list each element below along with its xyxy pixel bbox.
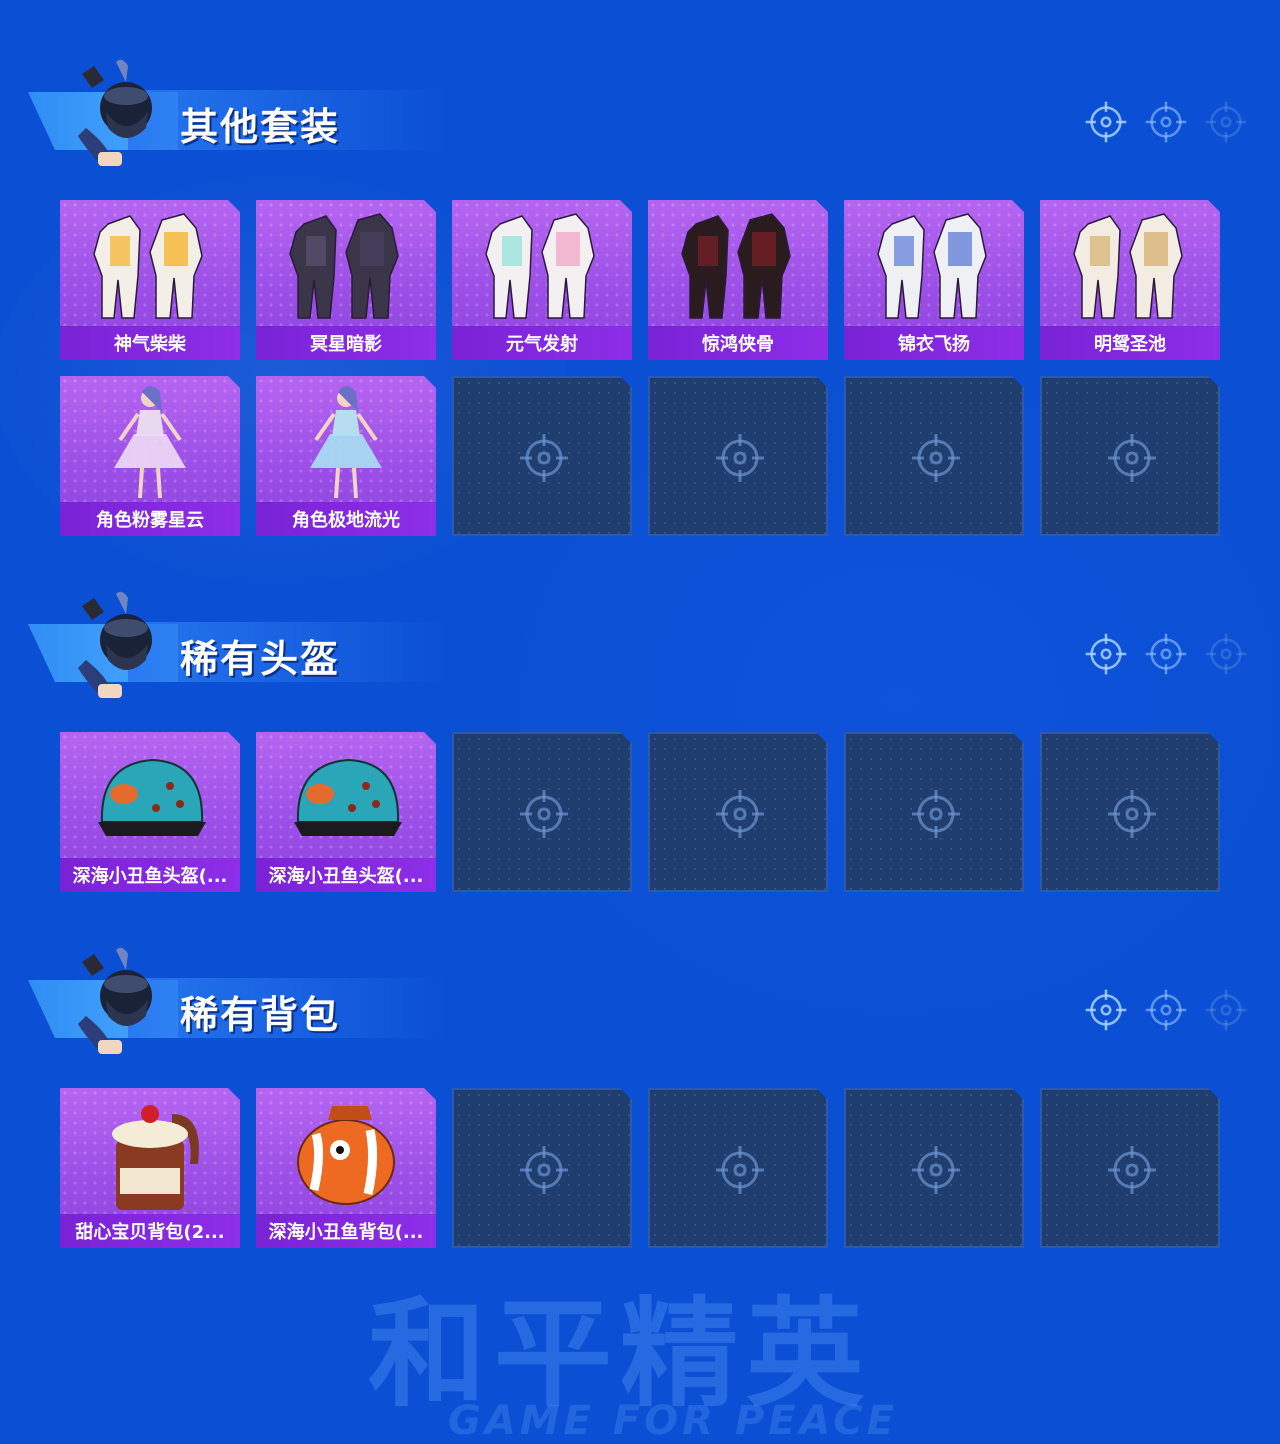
item-card[interactable]: 角色粉雾星云 — [60, 376, 240, 536]
empty-slot — [648, 732, 828, 892]
watermark: 和平精英 GAME FOR PEACE — [368, 1258, 928, 1444]
section-title: 其他套装 — [180, 105, 341, 149]
empty-slot — [648, 1088, 828, 1248]
item-label: 惊鸿侠骨 — [702, 334, 774, 355]
item-label-bar: 角色粉雾星云 — [60, 502, 240, 536]
item-label: 冥星暗影 — [310, 334, 382, 355]
empty-slot — [1040, 1088, 1220, 1248]
item-label: 锦衣飞扬 — [898, 334, 970, 355]
crosshair-icon — [714, 788, 766, 840]
item-card[interactable]: 神气柴柴 — [60, 200, 240, 360]
item-label: 角色粉雾星云 — [96, 510, 204, 531]
mascot-avatar-icon — [76, 56, 172, 168]
outfit-dark-purple-icon — [276, 206, 416, 326]
section-header: 其他套装 — [28, 56, 448, 166]
item-label-bar: 神气柴柴 — [60, 326, 240, 360]
empty-slot — [648, 376, 828, 536]
item-card[interactable]: 深海小丑鱼头盔(... — [60, 732, 240, 892]
crosshair-icon — [910, 1144, 962, 1196]
item-label-bar: 元气发射 — [452, 326, 632, 360]
item-label-bar: 深海小丑鱼背包(... — [256, 1214, 436, 1248]
decorative-targets — [1084, 632, 1254, 676]
cake-backpack-icon — [80, 1094, 220, 1214]
item-label: 甜心宝贝背包(2... — [75, 1222, 225, 1243]
clownfish-helmet-icon — [80, 738, 220, 858]
crosshair-icon — [910, 432, 962, 484]
mascot-avatar-icon — [76, 944, 172, 1056]
section-header: 稀有头盔 — [28, 588, 448, 698]
item-card[interactable]: 甜心宝贝背包(2... — [60, 1088, 240, 1248]
item-card[interactable]: 冥星暗影 — [256, 200, 436, 360]
empty-slot — [452, 376, 632, 536]
item-label: 明鸳圣池 — [1094, 334, 1166, 355]
character-blue-dress-icon — [276, 382, 416, 502]
empty-slot — [452, 732, 632, 892]
item-label: 深海小丑鱼背包(... — [268, 1222, 424, 1243]
crosshair-icon — [518, 1144, 570, 1196]
crosshair-icon — [1106, 788, 1158, 840]
item-label: 角色极地流光 — [292, 510, 400, 531]
item-label-bar: 惊鸿侠骨 — [648, 326, 828, 360]
empty-slot — [844, 732, 1024, 892]
item-card[interactable]: 元气发射 — [452, 200, 632, 360]
crosshair-icon — [518, 432, 570, 484]
item-label-bar: 深海小丑鱼头盔(... — [256, 858, 436, 892]
item-card[interactable]: 锦衣飞扬 — [844, 200, 1024, 360]
outfit-yellow-white-icon — [80, 206, 220, 326]
decorative-targets — [1084, 100, 1254, 144]
item-card[interactable]: 深海小丑鱼头盔(... — [256, 732, 436, 892]
item-label-bar: 深海小丑鱼头盔(... — [60, 858, 240, 892]
item-card[interactable]: 明鸳圣池 — [1040, 200, 1220, 360]
clownfish-backpack-icon — [276, 1094, 416, 1214]
item-label-bar: 角色极地流光 — [256, 502, 436, 536]
section-title: 稀有背包 — [180, 993, 341, 1037]
outfit-pastel-icon — [472, 206, 612, 326]
outfit-white-blue-icon — [864, 206, 1004, 326]
crosshair-icon — [910, 788, 962, 840]
item-label: 深海小丑鱼头盔(... — [72, 866, 228, 887]
item-label-bar: 锦衣飞扬 — [844, 326, 1024, 360]
item-card[interactable]: 角色极地流光 — [256, 376, 436, 536]
mascot-avatar-icon — [76, 588, 172, 700]
item-card[interactable]: 深海小丑鱼背包(... — [256, 1088, 436, 1248]
crosshair-icon — [1106, 1144, 1158, 1196]
outfit-white-gold-icon — [1060, 206, 1200, 326]
outfit-black-red-icon — [668, 206, 808, 326]
section-0: 其他套装 神气柴柴 冥星暗影 元气发射 惊鸿侠骨 锦衣飞扬 明鸳圣池 角色粉雾星… — [0, 56, 1280, 536]
item-label-bar: 明鸳圣池 — [1040, 326, 1220, 360]
crosshair-icon — [518, 788, 570, 840]
empty-slot — [1040, 732, 1220, 892]
clownfish-helmet-icon — [276, 738, 416, 858]
crosshair-icon — [714, 432, 766, 484]
crosshair-icon — [1106, 432, 1158, 484]
empty-slot — [844, 1088, 1024, 1248]
decorative-targets — [1084, 988, 1254, 1032]
empty-slot — [1040, 376, 1220, 536]
empty-slot — [452, 1088, 632, 1248]
watermark-en: GAME FOR PEACE — [448, 1398, 898, 1444]
item-label-bar: 甜心宝贝背包(2... — [60, 1214, 240, 1248]
character-pink-dress-icon — [80, 382, 220, 502]
item-card[interactable]: 惊鸿侠骨 — [648, 200, 828, 360]
item-label: 神气柴柴 — [114, 334, 186, 355]
crosshair-icon — [714, 1144, 766, 1196]
item-label-bar: 冥星暗影 — [256, 326, 436, 360]
item-label: 深海小丑鱼头盔(... — [268, 866, 424, 887]
item-label: 元气发射 — [506, 334, 578, 355]
section-title: 稀有头盔 — [180, 637, 341, 681]
section-header: 稀有背包 — [28, 944, 448, 1054]
empty-slot — [844, 376, 1024, 536]
